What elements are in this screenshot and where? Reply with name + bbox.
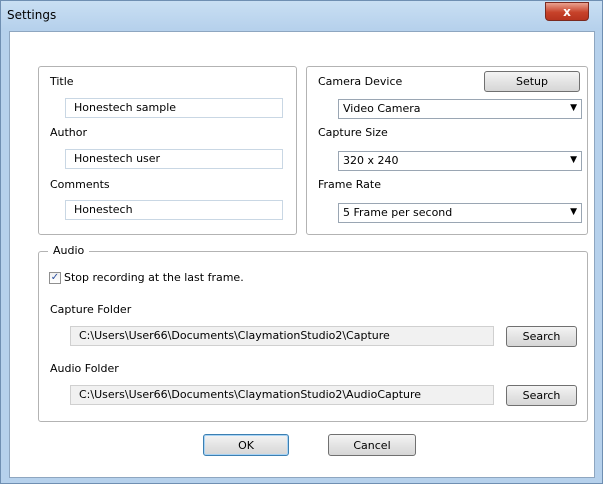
comments-label: Comments (50, 178, 110, 191)
audio-folder-label: Audio Folder (50, 362, 119, 375)
camera-device-select[interactable]: Video Camera ▼ (338, 99, 582, 119)
camera-device-value: Video Camera (343, 102, 421, 115)
chevron-down-icon: ▼ (570, 155, 577, 165)
window-title: Settings (7, 8, 57, 22)
camera-group: Camera Device Setup Video Camera ▼ Captu… (306, 66, 588, 235)
capture-size-value: 320 x 240 (343, 154, 399, 167)
stop-recording-label[interactable]: Stop recording at the last frame. (64, 271, 244, 284)
camera-device-label: Camera Device (318, 75, 403, 88)
capture-folder-label: Capture Folder (50, 303, 132, 316)
frame-rate-value: 5 Frame per second (343, 206, 453, 219)
author-label: Author (50, 126, 88, 139)
author-input[interactable]: Honestech user (65, 149, 283, 169)
capture-size-label: Capture Size (318, 126, 388, 139)
settings-window: Settings x Title Honestech sample Author… (0, 0, 603, 484)
title-bar[interactable]: Settings x (1, 1, 603, 31)
audio-folder-field[interactable]: C:\Users\User66\Documents\ClaymationStud… (70, 385, 494, 405)
comments-input[interactable]: Honestech (65, 200, 283, 220)
setup-button[interactable]: Setup (484, 71, 580, 92)
close-button[interactable]: x (545, 2, 589, 21)
capture-size-select[interactable]: 320 x 240 ▼ (338, 151, 582, 171)
title-input[interactable]: Honestech sample (65, 98, 283, 118)
audio-folder-search-button[interactable]: Search (506, 385, 577, 406)
chevron-down-icon: ▼ (570, 207, 577, 217)
stop-recording-checkbox[interactable]: ✓ (49, 272, 61, 284)
info-group: Title Honestech sample Author Honestech … (38, 66, 297, 235)
dialog-client-area: Title Honestech sample Author Honestech … (9, 31, 595, 478)
audio-group-title: Audio (48, 244, 90, 257)
frame-rate-label: Frame Rate (318, 178, 381, 191)
chevron-down-icon: ▼ (570, 103, 577, 113)
capture-folder-search-button[interactable]: Search (506, 326, 577, 347)
frame-rate-select[interactable]: 5 Frame per second ▼ (338, 203, 582, 223)
close-icon: x (563, 4, 571, 19)
ok-button[interactable]: OK (203, 434, 289, 456)
cancel-button[interactable]: Cancel (328, 434, 416, 456)
capture-folder-field[interactable]: C:\Users\User66\Documents\ClaymationStud… (70, 326, 494, 346)
title-label: Title (50, 75, 74, 88)
audio-group: Audio ✓ Stop recording at the last frame… (38, 244, 588, 422)
